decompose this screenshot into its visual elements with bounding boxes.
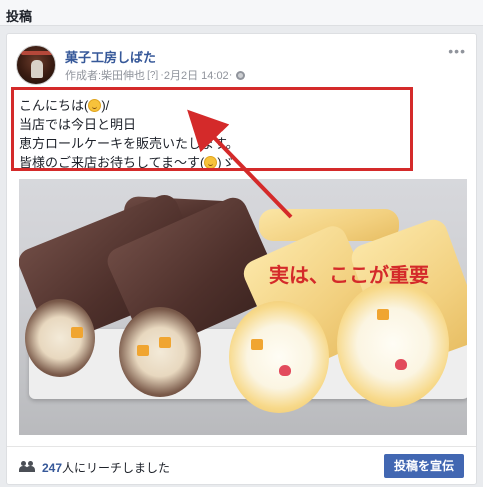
reach-suffix: 人にリーチしました (62, 461, 171, 475)
people-icon (19, 461, 35, 472)
section-title: 投稿 (6, 9, 33, 24)
annotation-label: 実は、ここが重要 (269, 265, 429, 287)
post-card: 菓子工房しばた 作成者: 柴田伸也 [?] · 2月2日 14:02 · •••… (6, 33, 477, 485)
section-header: 投稿 (0, 0, 483, 26)
boost-post-button[interactable]: 投稿を宣伝 (383, 454, 464, 478)
reach-summary: 247人にリーチしました (42, 459, 170, 476)
post-footer: 247人にリーチしました 投稿を宣伝 (7, 446, 476, 484)
reach-count[interactable]: 247 (42, 461, 62, 475)
